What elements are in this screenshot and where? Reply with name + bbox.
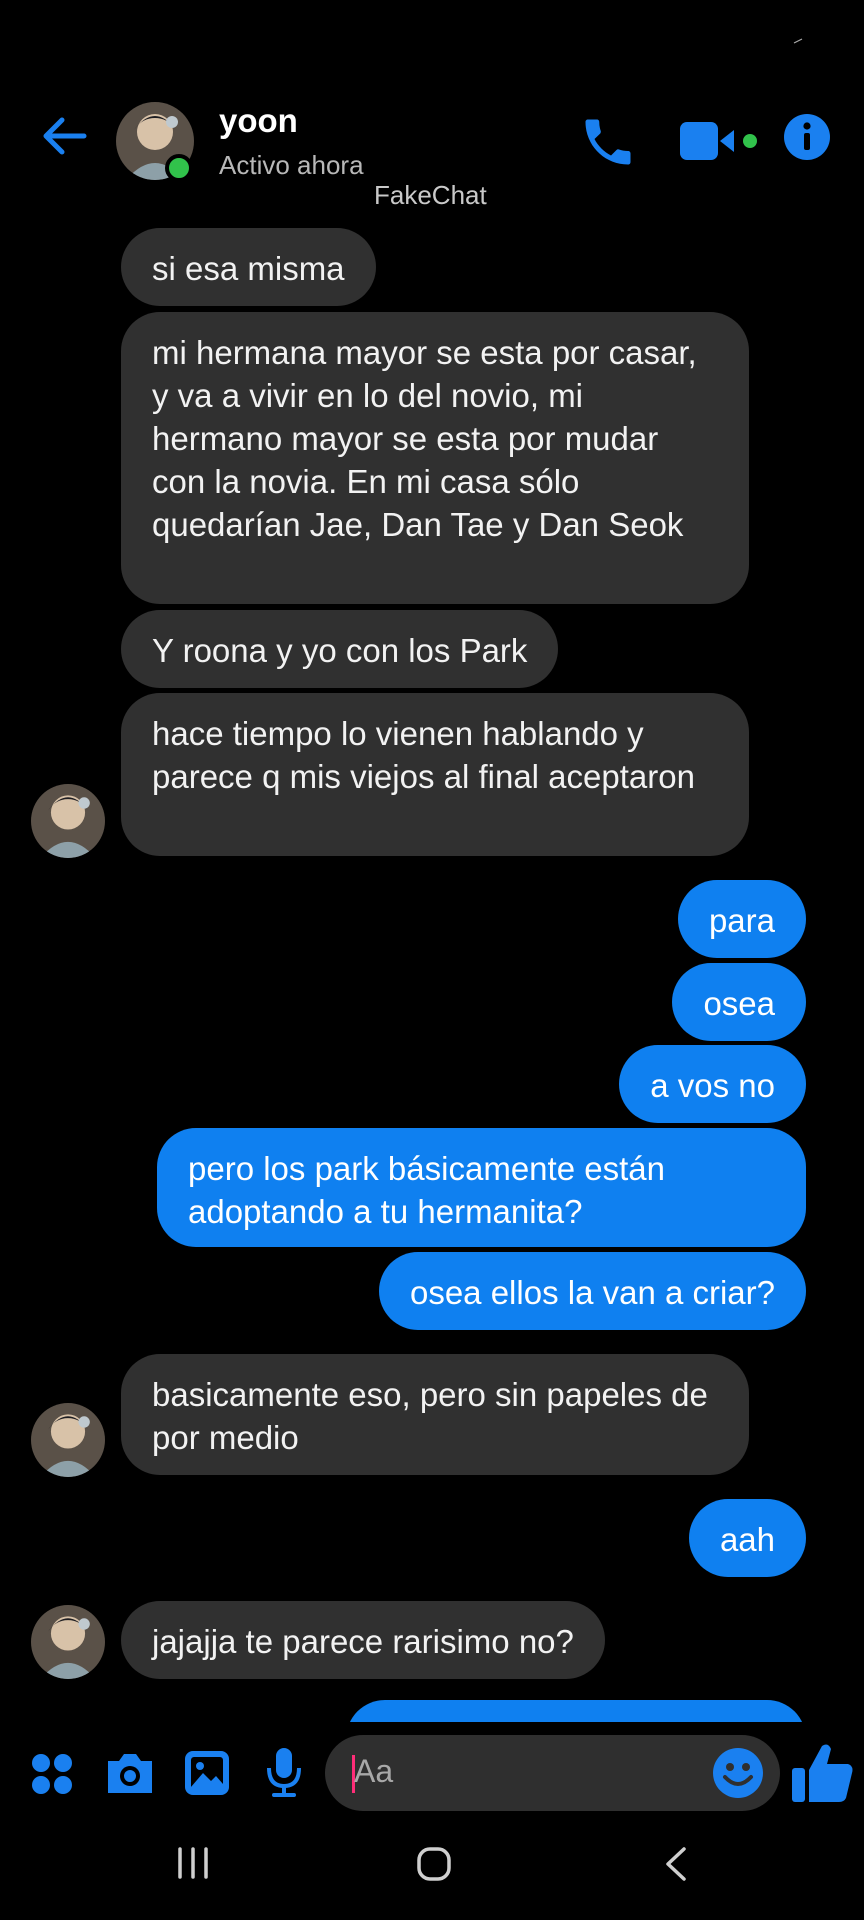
message-bubble-outgoing[interactable]: osea [672, 963, 806, 1041]
message-bubble-incoming[interactable]: si esa misma [121, 228, 376, 306]
message-bubble-incoming[interactable]: hace tiempo lo vienen hablando y parece … [121, 693, 749, 856]
contact-avatar-small[interactable] [31, 784, 105, 858]
phone-icon[interactable] [578, 112, 638, 172]
back-arrow-icon[interactable] [38, 110, 90, 162]
recent-apps-icon[interactable] [176, 1845, 210, 1881]
message-bubble-outgoing[interactable]: osea ellos la van a criar? [378, 1252, 806, 1330]
online-status-dot [165, 154, 193, 182]
message-bubble-outgoing[interactable]: a vos no [619, 1045, 806, 1123]
message-bubble-outgoing[interactable]: pero los park básicamente están adoptand… [157, 1128, 806, 1247]
message-bubble-incoming[interactable]: basicamente eso, pero sin papeles de por… [121, 1354, 749, 1475]
camera-icon[interactable] [104, 1749, 156, 1797]
fakechat-watermark: FakeChat [374, 180, 487, 210]
contact-avatar-small[interactable] [31, 1403, 105, 1477]
microphone-icon[interactable] [264, 1746, 304, 1798]
video-camera-icon[interactable] [678, 118, 760, 164]
contact-avatar-small[interactable] [31, 1605, 105, 1679]
thumbs-up-icon[interactable] [790, 1740, 856, 1806]
apps-grid-icon[interactable] [30, 1752, 74, 1796]
contact-status: Activo ahora [219, 150, 364, 180]
info-icon[interactable] [782, 112, 832, 162]
emoji-icon[interactable] [712, 1747, 764, 1799]
message-bubble-outgoing[interactable]: para [677, 880, 806, 958]
nav-back-icon[interactable] [662, 1845, 690, 1883]
gallery-icon[interactable] [183, 1749, 231, 1797]
contact-name[interactable]: yoon [219, 102, 298, 140]
message-input-placeholder: Aa [354, 1753, 394, 1789]
message-bubble-incoming[interactable]: jajajja te parece rarisimo no? [121, 1601, 605, 1679]
status-indicator-icon [793, 38, 803, 44]
message-bubble-outgoing[interactable]: aah [688, 1499, 806, 1577]
message-bubble-incoming[interactable]: Y roona y yo con los Park [121, 610, 559, 688]
message-bubble-incoming[interactable]: mi hermana mayor se esta por casar, y va… [121, 312, 749, 604]
home-icon[interactable] [415, 1845, 453, 1883]
